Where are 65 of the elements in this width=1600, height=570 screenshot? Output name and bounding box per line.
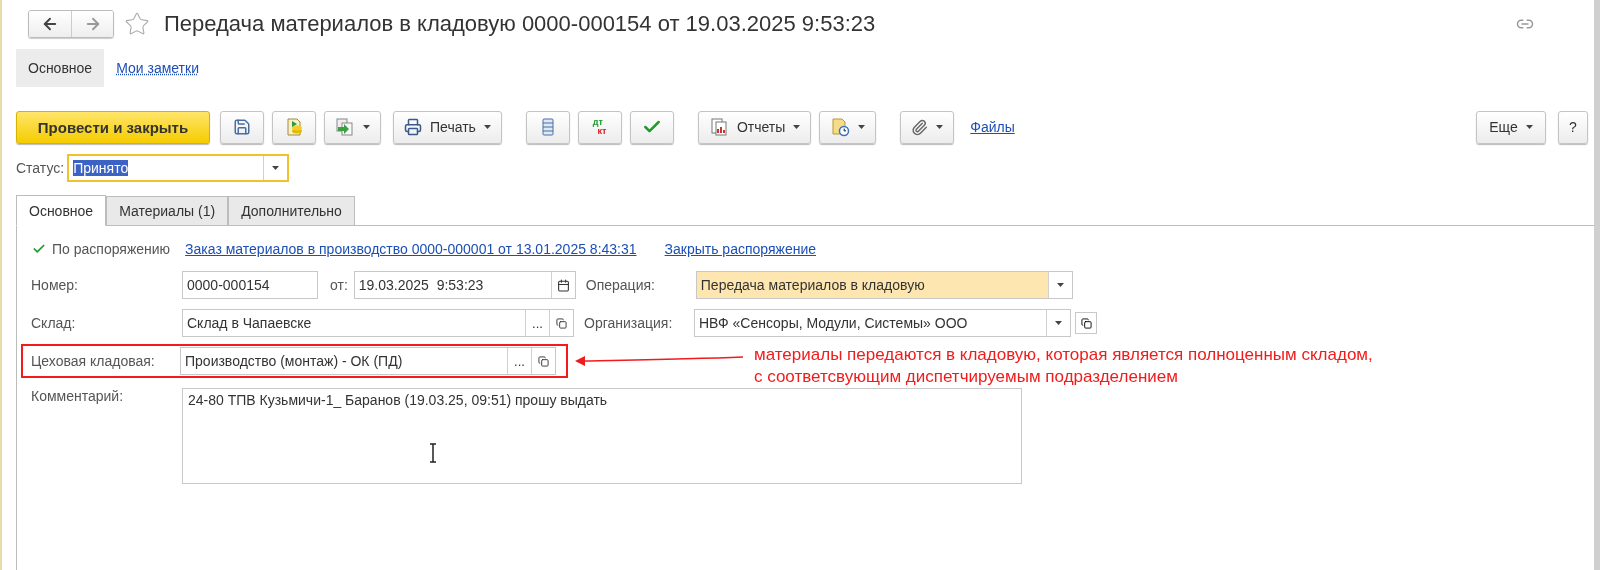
schedule-button[interactable] — [819, 110, 877, 144]
section-tab[interactable]: Основное — [16, 49, 105, 87]
files-link[interactable]: Файлы — [970, 119, 1015, 135]
order-link[interactable]: Заказ материалов в производство 0000-000001 от 13.01.2025 8:43:31 — [185, 241, 637, 257]
back-button[interactable] — [29, 11, 71, 37]
annotation-text: с соответсвующим диспетчируемым подразделением — [754, 366, 1179, 388]
caret-icon — [272, 166, 280, 170]
document-coins-icon — [284, 117, 304, 137]
create-based-on-button[interactable] — [324, 110, 381, 144]
save-icon — [233, 118, 251, 136]
caret-icon — [1525, 125, 1533, 129]
operation-field[interactable]: Передача материалов в кладовую — [695, 271, 1073, 299]
date-field[interactable]: 19.03.2025 9:53:23 — [353, 271, 576, 299]
status-label: Статус: — [16, 160, 65, 176]
by-order-label: По распоряжению — [52, 241, 171, 257]
print-button[interactable]: Печать — [393, 110, 502, 144]
printer-icon — [404, 118, 422, 136]
calendar-icon — [556, 278, 570, 292]
more-button[interactable]: Еще — [1476, 110, 1546, 144]
reports-button[interactable]: Отчеты — [697, 110, 812, 144]
check-button[interactable] — [629, 110, 674, 144]
form-tab[interactable]: Материалы (1) — [106, 196, 229, 225]
warehouse-field[interactable]: Склад в Чапаевске ... — [182, 309, 574, 337]
help-button[interactable]: ? — [1558, 110, 1588, 144]
documents-arrow-icon — [335, 117, 355, 137]
journal-button[interactable] — [525, 110, 570, 144]
report-icon — [708, 117, 729, 137]
attach-button[interactable] — [900, 110, 955, 144]
dt-kt-button[interactable]: дт кт — [577, 110, 622, 144]
form-tab[interactable]: Дополнительно — [228, 196, 355, 225]
post-and-close-button[interactable]: Провести и закрыть — [16, 110, 210, 144]
text-cursor-icon — [428, 443, 438, 463]
caret-icon — [1056, 283, 1064, 287]
form-tab[interactable]: Основное — [16, 195, 107, 226]
open-icon — [538, 355, 549, 367]
comment-field[interactable]: 24-80 ТПВ Кузьмичи-1_ Баранов (19.03.25, 09:51) прошу выдать — [182, 388, 1022, 484]
section-tab[interactable]: Мои заметки — [104, 49, 211, 87]
post-button[interactable] — [272, 110, 316, 144]
caret-icon — [793, 125, 801, 129]
open-button[interactable] — [1075, 312, 1097, 334]
organization-field[interactable]: НВФ «Сенсоры, Модули, Системы» ООО — [694, 309, 1071, 337]
close-order-link[interactable]: Закрыть распоряжение — [664, 241, 816, 257]
save-button[interactable] — [220, 110, 264, 144]
number-label: Номер: — [31, 277, 79, 293]
paperclip-icon — [911, 118, 929, 136]
shop-storage-field[interactable]: Производство (монтаж) - ОК (ПД) ... — [180, 347, 556, 375]
caret-icon — [483, 125, 491, 129]
caret-icon — [1055, 321, 1062, 325]
open-icon — [1080, 317, 1092, 329]
organization-label: Организация: — [584, 315, 674, 331]
comment-label: Комментарий: — [31, 388, 125, 404]
date-label: от: — [330, 277, 348, 293]
star-icon[interactable] — [124, 11, 150, 37]
caret-icon — [858, 125, 866, 129]
operation-label: Операция: — [585, 277, 656, 293]
window-title: Передача материалов в кладовую 0000-000154 от 19.03.2025 9:53:23 — [164, 11, 876, 37]
annotation-text: материалы передаются в кладовую, которая является полноценным складом, — [754, 344, 1373, 366]
caret-icon — [363, 125, 370, 129]
status-field[interactable]: Принято — [67, 154, 290, 182]
number-field[interactable]: 0000-000154 — [182, 271, 318, 299]
warehouse-label: Склад: — [31, 315, 77, 331]
shop-storage-label: Цеховая кладовая: — [31, 353, 156, 369]
caret-icon — [936, 125, 944, 129]
open-icon — [556, 317, 567, 329]
document-clock-icon — [830, 117, 851, 137]
